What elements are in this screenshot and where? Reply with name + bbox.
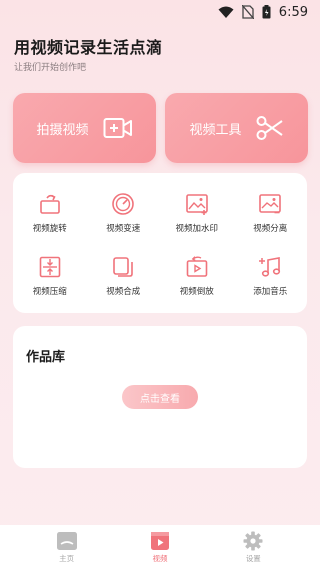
tool-video-rotate[interactable]: 视频旋转 (13, 181, 87, 244)
tab-video[interactable]: 视频 (130, 531, 190, 564)
tool-add-music[interactable]: 添加音乐 (234, 244, 308, 307)
tool-label: 视频合成 (106, 286, 141, 297)
gear-icon (243, 531, 263, 551)
tab-label: 视频 (152, 553, 168, 563)
speedometer-icon (111, 192, 135, 216)
view-works-button[interactable]: 点击查看 (122, 385, 198, 409)
tool-video-merge[interactable]: 视频合成 (87, 244, 161, 307)
shoot-video-label: 拍摄视频 (36, 122, 89, 138)
reverse-play-icon (185, 255, 209, 279)
video-tools-label: 视频工具 (189, 122, 242, 138)
tool-video-compress[interactable]: 视频压缩 (13, 244, 87, 307)
tab-home[interactable]: 主页 (37, 531, 97, 564)
video-icon (150, 531, 170, 551)
tool-label: 视频倒放 (179, 286, 214, 297)
video-tools-button[interactable]: 视频工具 (165, 93, 308, 163)
bottom-tab-bar: 主页 视频 设置 (0, 525, 320, 569)
tab-settings[interactable]: 设置 (223, 531, 283, 564)
battery-icon (262, 5, 271, 19)
tab-label: 设置 (245, 553, 261, 563)
tool-video-reverse[interactable]: 视频倒放 (160, 244, 234, 307)
wifi-icon (218, 6, 234, 19)
tool-video-watermark[interactable]: 视频加水印 (160, 181, 234, 244)
no-sim-icon (241, 5, 254, 19)
tab-label: 主页 (59, 553, 75, 563)
works-library-card: 作品库 点击查看 (13, 326, 307, 468)
tool-label: 视频变速 (106, 223, 141, 234)
scissors-icon (256, 115, 284, 141)
tool-label: 视频压缩 (32, 286, 67, 297)
watermark-image-icon (185, 192, 209, 216)
home-icon (56, 531, 78, 551)
shoot-video-button[interactable]: 拍摄视频 (13, 93, 156, 163)
tool-label: 视频旋转 (32, 223, 67, 234)
clock-time: 6:59 (278, 4, 308, 20)
merge-icon (111, 255, 135, 279)
tool-label: 视频加水印 (175, 223, 218, 234)
tools-grid: 视频旋转 视频变速 视频加水印 视频分离 视频压缩 视频合成 视频倒放 添加音乐 (13, 173, 307, 313)
tool-label: 添加音乐 (253, 286, 288, 297)
tool-video-split[interactable]: 视频分离 (234, 181, 308, 244)
tool-video-speed[interactable]: 视频变速 (87, 181, 161, 244)
compress-icon (38, 255, 62, 279)
split-image-icon (258, 192, 282, 216)
tool-label: 视频分离 (253, 223, 288, 234)
add-music-icon (258, 255, 282, 279)
video-camera-add-icon (103, 116, 133, 140)
page-title: 用视频记录生活点滴 (14, 38, 163, 57)
page-subtitle: 让我们开始创作吧 (14, 63, 87, 73)
status-bar: 6:59 (0, 0, 320, 24)
rotate-icon (38, 192, 62, 216)
library-title: 作品库 (26, 350, 66, 365)
